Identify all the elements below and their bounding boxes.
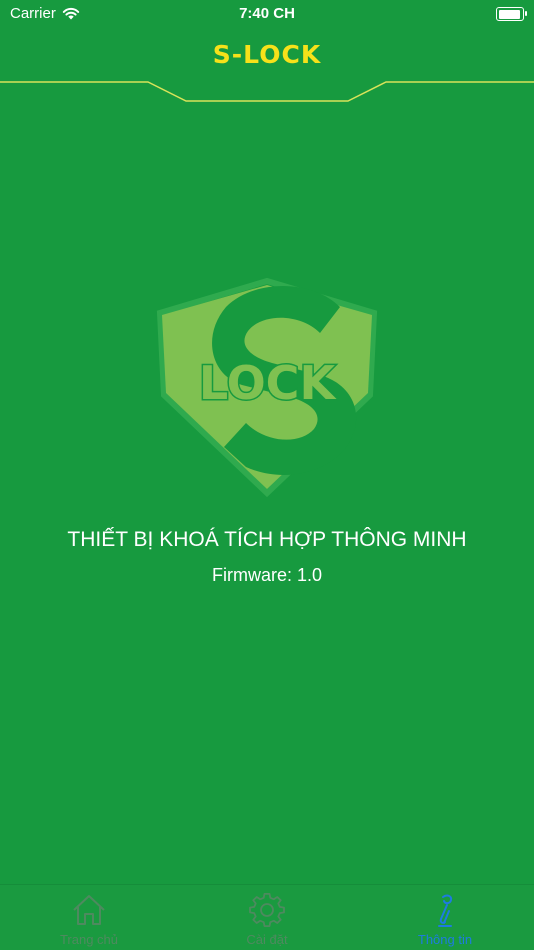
home-icon bbox=[73, 895, 105, 925]
emblem-lock-text: LOCK bbox=[199, 356, 338, 410]
tab-home-label: Trang chủ bbox=[59, 932, 119, 947]
app-logo: S-LOCK bbox=[212, 40, 322, 69]
tab-bar: Trang chủ Cài đặt Thông tin bbox=[0, 885, 534, 950]
header-divider bbox=[0, 81, 534, 102]
tab-info[interactable]: Thông tin bbox=[356, 885, 534, 950]
tab-home[interactable]: Trang chủ bbox=[0, 885, 178, 950]
tab-info-label: Thông tin bbox=[417, 932, 473, 947]
tab-settings[interactable]: Cài đặt bbox=[178, 885, 356, 950]
slock-emblem: LOCK bbox=[156, 277, 378, 497]
device-title: THIẾT BỊ KHOÁ TÍCH HỢP THÔNG MINH bbox=[67, 528, 467, 551]
tab-settings-label: Cài đặt bbox=[246, 932, 288, 947]
status-time: 7:40 CH bbox=[239, 5, 295, 22]
firmware-version: Firmware: 1.0 bbox=[211, 565, 323, 585]
battery-icon bbox=[496, 7, 527, 21]
nav-bar: S-LOCK bbox=[0, 28, 534, 83]
info-icon bbox=[438, 894, 453, 927]
status-bar: Carrier 7:40 CH bbox=[0, 0, 534, 28]
gear-icon bbox=[249, 893, 285, 928]
